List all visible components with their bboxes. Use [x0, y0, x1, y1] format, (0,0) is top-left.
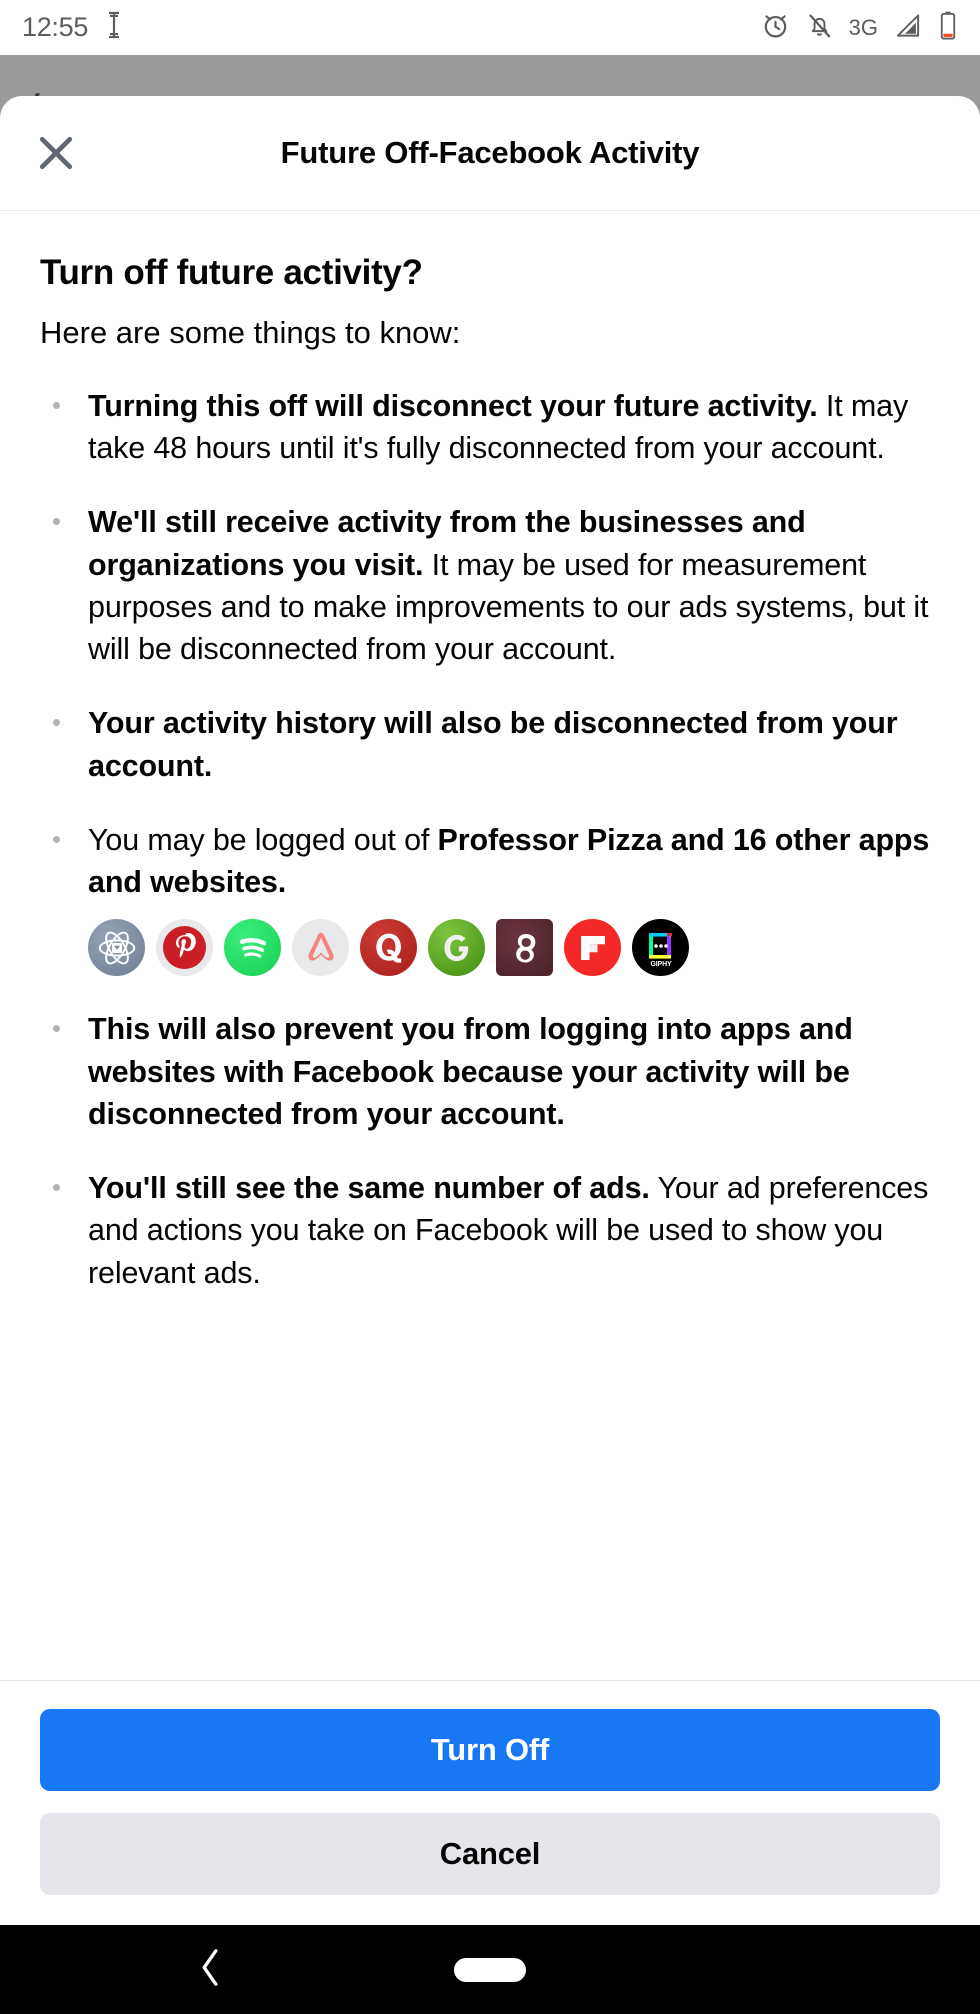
giphy-icon[interactable]: GIPHY [632, 919, 689, 977]
nav-back-button[interactable] [197, 1947, 223, 1992]
quora-icon[interactable] [360, 919, 417, 977]
sheet-title: Future Off-Facebook Activity [280, 135, 700, 170]
nav-home-pill[interactable] [454, 1957, 526, 1982]
close-button[interactable] [28, 125, 84, 181]
lede-text: Here are some things to know: [40, 315, 461, 350]
spotify-icon[interactable] [224, 919, 281, 977]
fact-prefix: You may be logged out of [88, 822, 438, 857]
fact-bold: You'll still see the same number of ads. [88, 1171, 650, 1206]
alarm-icon [761, 11, 790, 45]
fact-bold: Your activity history will also be disco… [88, 706, 898, 783]
status-bar-right: 3G [761, 11, 958, 45]
atom-app-icon[interactable] [88, 919, 145, 977]
status-bar-clock: 12:55 [22, 12, 89, 42]
network-type-label: 3G [848, 14, 878, 40]
status-bar: 12:55 3G [0, 0, 980, 55]
future-off-facebook-activity-sheet: Future Off-Facebook Activity Turn off fu… [0, 96, 980, 1925]
groupon-icon[interactable] [428, 919, 485, 977]
sheet-body: Turn off future activity? Here are some … [0, 211, 980, 1680]
pinterest-icon[interactable] [156, 919, 213, 977]
list-item: Turning this off will disconnect your fu… [40, 385, 946, 469]
list-item: We'll still receive activity from the bu… [40, 501, 946, 670]
sheet-header: Future Off-Facebook Activity [0, 96, 980, 211]
signal-icon [894, 12, 922, 44]
flipboard-icon[interactable] [564, 919, 621, 977]
cancel-button[interactable]: Cancel [40, 1813, 940, 1895]
turn-off-button[interactable]: Turn Off [40, 1709, 940, 1791]
sheet-footer: Turn Off Cancel [0, 1680, 980, 1925]
airbnb-icon[interactable] [292, 919, 349, 977]
facts-list: Turning this off will disconnect your fu… [40, 385, 946, 1294]
giphy-wordmark: GIPHY [650, 961, 672, 968]
phone-screen: 12:55 3G Future Off-Facebook Activity Tu… [0, 0, 980, 2014]
list-item: This will also prevent you from logging … [40, 1008, 946, 1135]
fact-bold: This will also prevent you from logging … [88, 1012, 853, 1131]
close-icon [34, 131, 78, 175]
text-cursor-icon [106, 11, 122, 44]
page-title: Turn off future activity? [40, 253, 423, 292]
list-item-logged-out-apps: You may be logged out of Professor Pizza… [40, 819, 946, 977]
connected-apps-icon-strip: GIPHY [88, 919, 946, 977]
status-bar-left: 12:55 [22, 11, 122, 44]
poshmark-icon[interactable] [496, 919, 553, 977]
android-nav-bar [0, 1925, 980, 2014]
list-item: Your activity history will also be disco… [40, 702, 946, 786]
fact-bold: Turning this off will disconnect your fu… [88, 389, 818, 423]
list-item: You'll still see the same number of ads.… [40, 1167, 946, 1294]
notifications-muted-icon [806, 11, 833, 45]
battery-low-icon [938, 11, 958, 45]
